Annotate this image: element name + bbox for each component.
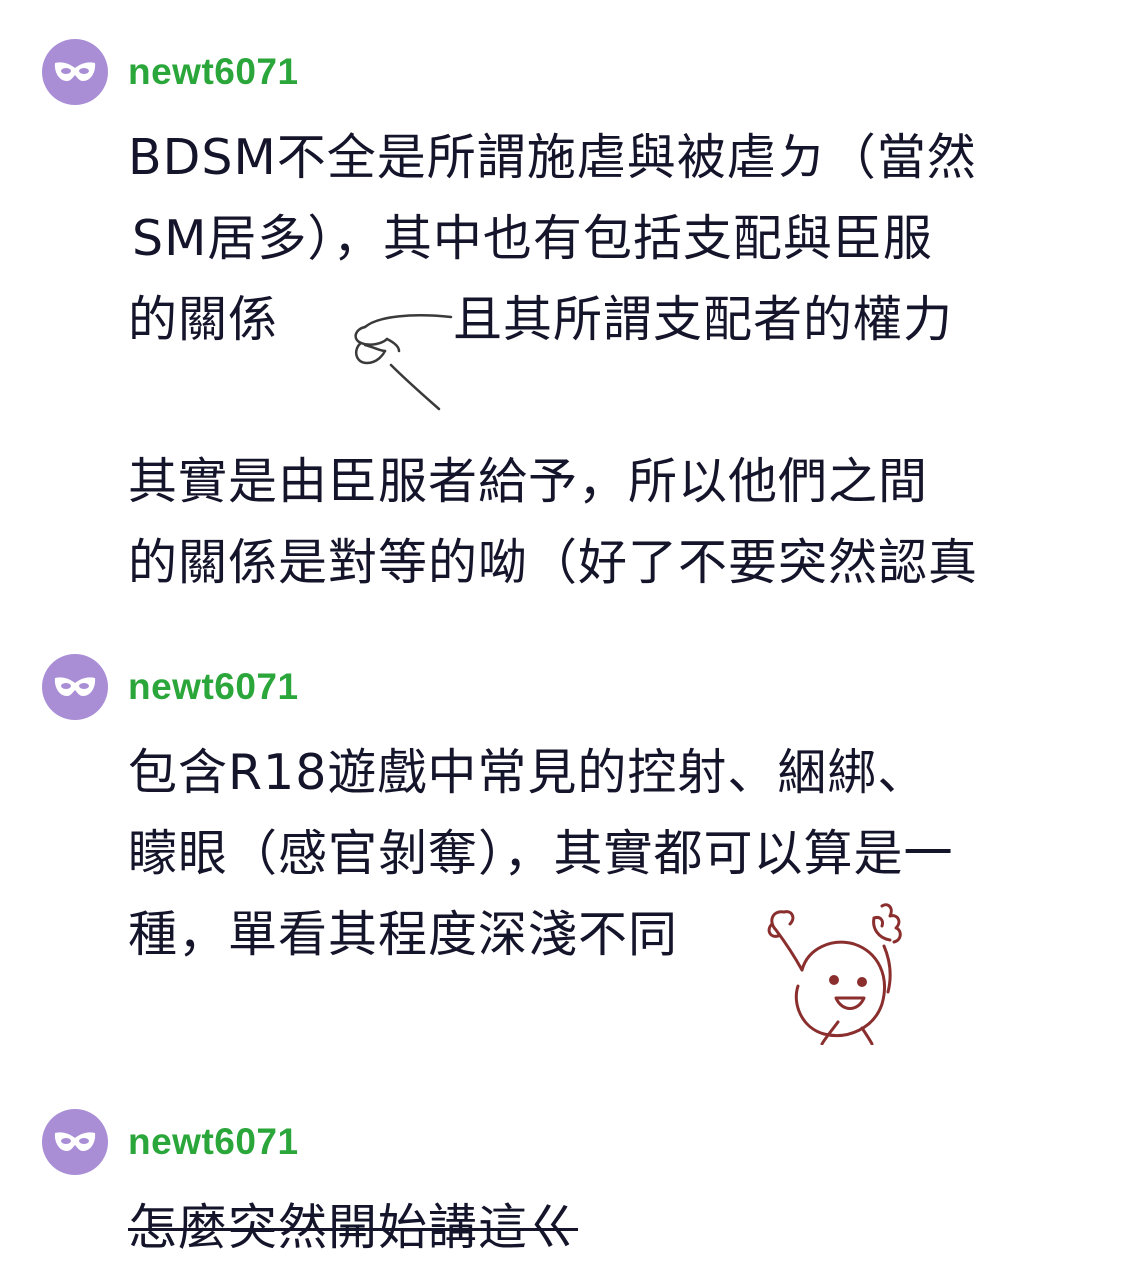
comment-header: newt6071 — [42, 654, 299, 720]
comment-text: BDSM不全是所謂施虐與被虐ㄉ（當然 SM居多），其中也有包括支配與臣服 的關係… — [128, 117, 1088, 603]
comment-text: 怎麼突然開始講這ㄍ — [128, 1187, 1088, 1268]
comment-line: 的關係是對等的呦（好了不要突然認真 — [128, 534, 979, 591]
comment-line: 種，單看其程度深淺不同 — [128, 906, 679, 963]
comment-header: newt6071 — [42, 1109, 299, 1175]
comment-line-part: 且其所謂支配者的權力 — [453, 291, 954, 348]
comment-line-part: 的關係 — [128, 291, 279, 348]
username[interactable]: newt6071 — [128, 1121, 299, 1163]
comment-line-strikethrough: 怎麼突然開始講這ㄍ — [128, 1199, 579, 1256]
masquerade-mask-icon — [54, 1132, 96, 1151]
comment-line: SM居多），其中也有包括支配與臣服 — [132, 210, 933, 267]
comment-line: 的關係 且其所謂支配者的權力 — [128, 279, 1088, 360]
avatar[interactable] — [42, 39, 108, 105]
comment-line: 矇眼（感官剝奪），其實都可以算是一 — [128, 825, 954, 882]
masquerade-mask-icon — [54, 62, 96, 81]
comment-line: BDSM不全是所謂施虐與被虐ㄉ（當然 — [128, 129, 977, 186]
comment-text: 包含R18遊戲中常見的控射、綑綁、 矇眼（感官剝奪），其實都可以算是一 種，單看… — [128, 732, 1088, 975]
comment-line: 其實是由臣服者給予，所以他們之間 — [128, 453, 929, 510]
masquerade-mask-icon — [54, 677, 96, 696]
cheering-blob-doodle-icon — [767, 903, 902, 1045]
username[interactable]: newt6071 — [128, 666, 299, 708]
avatar[interactable] — [42, 654, 108, 720]
username[interactable]: newt6071 — [128, 51, 299, 93]
comment-line — [128, 360, 1088, 441]
comment-line: 包含R18遊戲中常見的控射、綑綁、 — [128, 744, 928, 801]
pointing-hand-doodle-icon — [354, 314, 453, 411]
comment-header: newt6071 — [42, 39, 299, 105]
avatar[interactable] — [42, 1109, 108, 1175]
